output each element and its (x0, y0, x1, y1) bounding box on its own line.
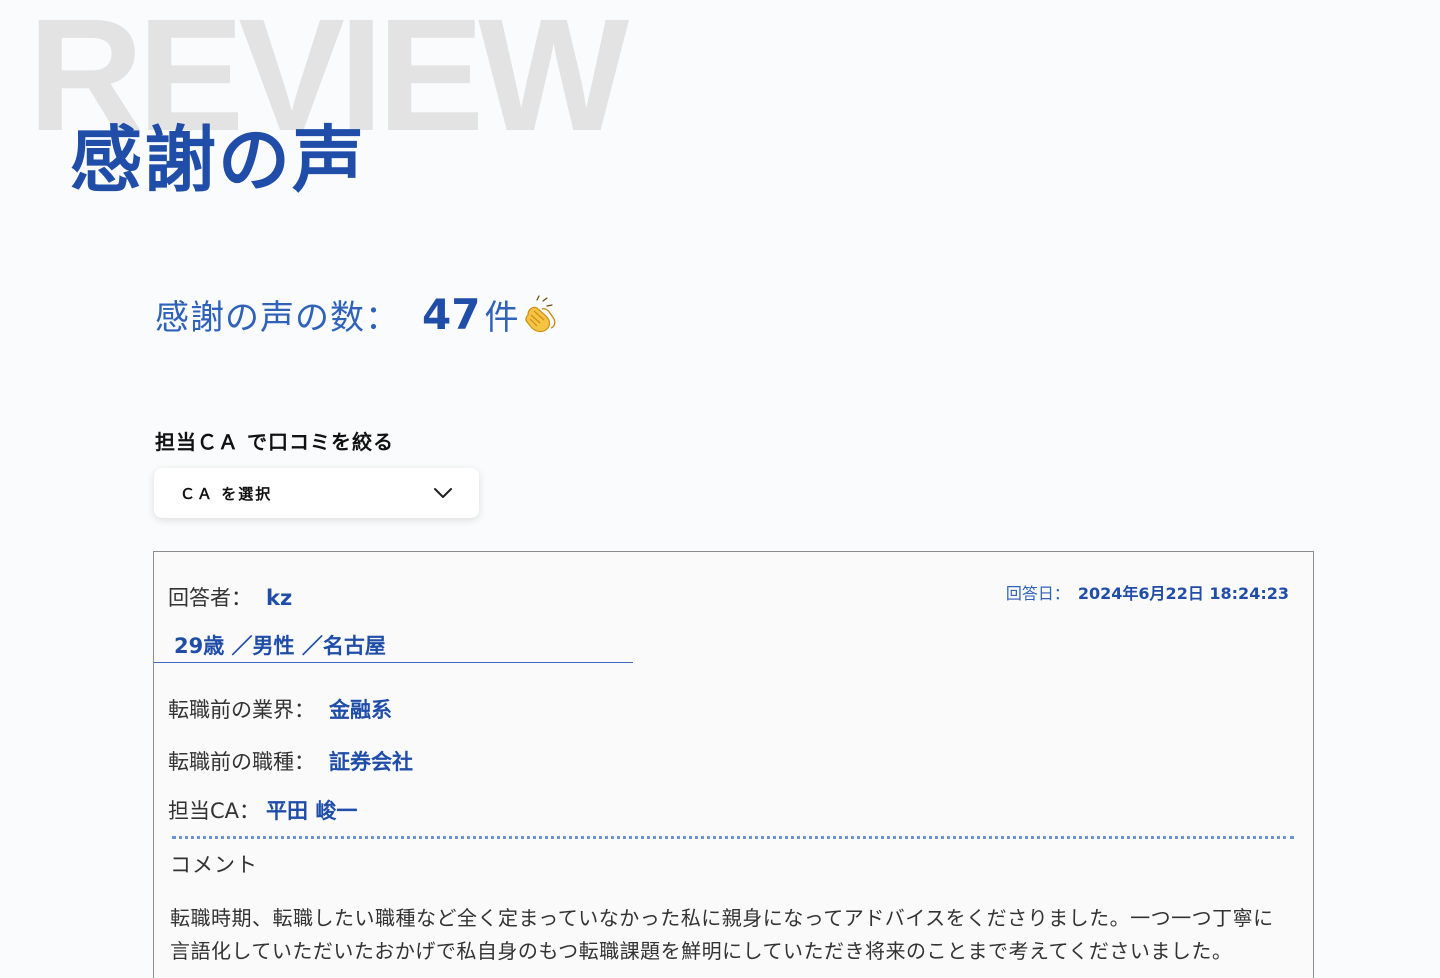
comment-text: 転職時期、転職したい職種など全く定まっていなかった私に親身になってアドバイスをく… (170, 906, 1274, 963)
answer-date: 回答日： 2024年6月22日 18:24:23 (1006, 580, 1289, 604)
page-title: 感謝の声 (70, 118, 367, 202)
previous-job-type-label: 転職前の職種： (168, 750, 315, 774)
ca-select-dropdown[interactable]: ＣＡ を選択 (154, 468, 479, 518)
profile-divider (154, 662, 633, 663)
chevron-down-icon (433, 483, 453, 503)
review-page: REVIEW 感謝の声 感謝の声の数： 47 件 担当ＣＡ で口コミを絞る ＣＡ… (0, 0, 1440, 978)
review-card: 回答者： kz 回答日： 2024年6月22日 18:24:23 29歳 ／男性… (153, 551, 1314, 978)
review-count: 感謝の声の数： 47 件 (155, 290, 560, 339)
respondent-name: kz (266, 586, 293, 610)
comment-divider (172, 836, 1294, 839)
previous-job-type: 転職前の職種： 証券会社 (168, 746, 413, 776)
review-count-unit: 件 (484, 298, 519, 338)
previous-industry: 転職前の業界： 金融系 (168, 694, 392, 724)
respondent-label: 回答者： (168, 586, 252, 610)
previous-industry-value: 金融系 (329, 698, 392, 722)
assigned-ca: 担当CA： 平田 峻一 (168, 795, 357, 825)
review-count-label: 感謝の声の数： (155, 298, 400, 338)
respondent-profile: 29歳 ／男性 ／名古屋 (174, 634, 386, 658)
assigned-ca-label: 担当CA： (168, 799, 261, 823)
ca-select-value: ＣＡ を選択 (180, 484, 273, 503)
answer-date-label: 回答日： (1005, 584, 1070, 603)
previous-industry-label: 転職前の業界： (168, 698, 315, 722)
previous-job-type-value: 証券会社 (329, 750, 413, 774)
answer-date-value: 2024年6月22日 18:24:23 (1077, 584, 1289, 603)
clapping-hands-icon (520, 294, 560, 335)
ca-filter-label: 担当ＣＡ で口コミを絞る (155, 430, 394, 454)
comment-heading: コメント (170, 853, 258, 877)
respondent: 回答者： kz (168, 582, 292, 612)
review-count-number: 47 (422, 290, 481, 339)
assigned-ca-name: 平田 峻一 (266, 799, 358, 823)
